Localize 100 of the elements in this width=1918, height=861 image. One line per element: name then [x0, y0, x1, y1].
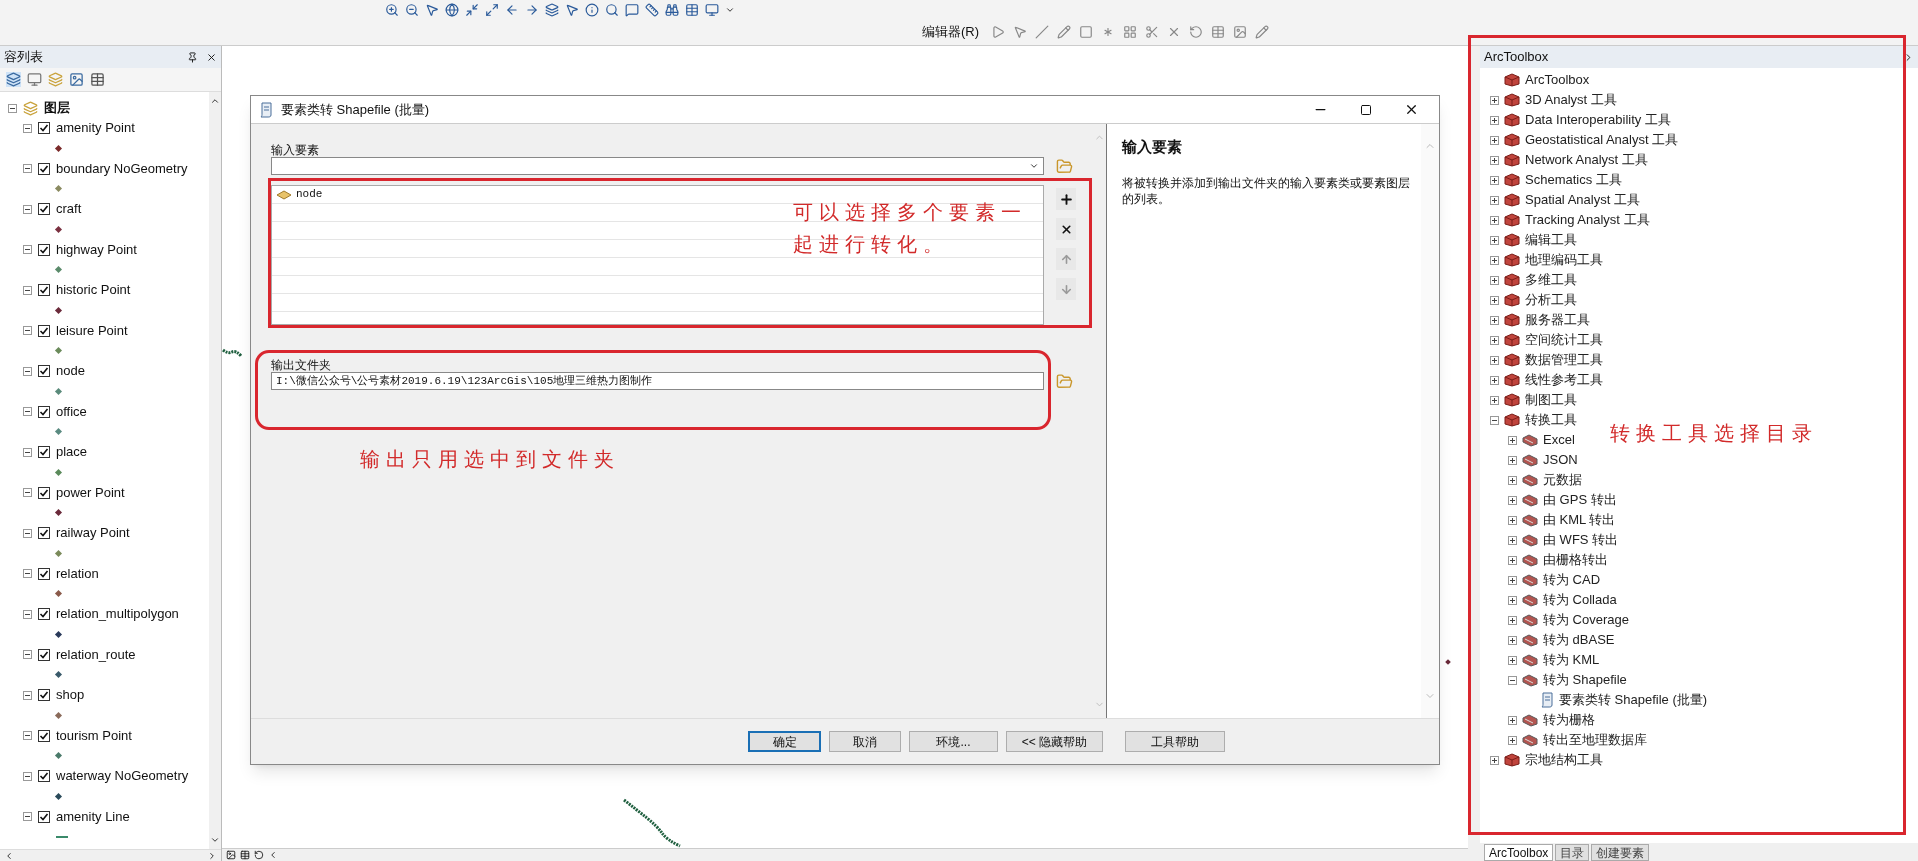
search-icon[interactable] [605, 3, 619, 17]
panel-tab[interactable]: 目录 [1555, 844, 1590, 861]
tree-item[interactable]: Network Analyst 工具 [1525, 150, 1648, 170]
tree-item[interactable]: 转为 CAD [1543, 570, 1601, 590]
layer-name[interactable]: relation_route [56, 644, 136, 665]
maximize-icon[interactable] [1360, 103, 1372, 116]
tree-item[interactable]: 服务器工具 [1525, 310, 1590, 330]
layer-name[interactable]: amenity Point [56, 118, 135, 138]
scroll-down-icon[interactable] [210, 835, 220, 845]
scroll-left-icon[interactable] [4, 850, 14, 861]
tree-item[interactable]: Excel [1543, 430, 1575, 450]
close-icon[interactable] [206, 51, 217, 63]
input-dropdown[interactable] [271, 157, 1044, 175]
collapse-icon[interactable] [23, 609, 32, 619]
speech-bubble-icon[interactable] [625, 3, 639, 17]
pencil-icon[interactable] [1057, 25, 1072, 39]
pointer-icon[interactable] [1013, 25, 1028, 39]
collapse-icon[interactable] [23, 528, 32, 538]
checkbox[interactable] [38, 122, 50, 134]
expand-icon[interactable] [1490, 175, 1499, 185]
expand-icon[interactable] [1490, 315, 1499, 325]
layer-name[interactable]: place [56, 442, 88, 462]
layer-name[interactable]: tourism Point [56, 725, 132, 746]
expand-icon[interactable] [1508, 655, 1517, 665]
tree-item[interactable]: 分析工具 [1525, 290, 1577, 310]
layer-name[interactable]: craft [56, 199, 82, 219]
tree-item[interactable]: 转为 dBASE [1543, 630, 1615, 650]
globe-icon[interactable] [445, 3, 459, 17]
expand-icon[interactable] [1508, 615, 1517, 625]
tree-item[interactable]: 由 GPS 转出 [1543, 490, 1617, 510]
expand-icon[interactable] [1490, 215, 1499, 225]
collapse-icon[interactable] [23, 204, 32, 214]
collapse-icon[interactable] [23, 690, 32, 700]
tree-item[interactable]: 转为 Shapefile [1543, 670, 1627, 690]
tree-item[interactable]: 要素类转 Shapefile (批量) [1559, 690, 1708, 710]
scissors-icon[interactable] [1145, 25, 1160, 39]
rotate-icon[interactable] [1189, 25, 1204, 39]
checkbox[interactable] [38, 770, 50, 782]
checkbox[interactable] [38, 689, 50, 701]
collapse-icon[interactable] [23, 771, 32, 781]
table-icon[interactable] [685, 3, 699, 17]
expand-icon[interactable] [1508, 635, 1517, 645]
collapse-icon[interactable] [23, 245, 32, 254]
panel-tab[interactable]: ArcToolbox [1484, 844, 1554, 861]
tree-item[interactable]: 元数据 [1543, 470, 1582, 490]
expand-icon[interactable] [1490, 235, 1499, 245]
image-icon[interactable] [1233, 25, 1248, 39]
tree-item[interactable]: 转为 Collada [1543, 590, 1617, 610]
expand-icon[interactable] [1490, 135, 1499, 145]
tree-item[interactable]: 宗地结构工具 [1525, 750, 1603, 770]
expand-icon[interactable] [1490, 755, 1499, 765]
tree-item[interactable]: Spatial Analyst 工具 [1525, 190, 1640, 210]
tree-item[interactable]: 多维工具 [1525, 270, 1577, 290]
expand-icon[interactable] [1508, 495, 1517, 505]
expand-icon[interactable] [1490, 95, 1499, 105]
tree-item[interactable]: 线性参考工具 [1525, 370, 1603, 390]
expand-icon[interactable] [1490, 255, 1499, 265]
tree-item[interactable]: 编辑工具 [1525, 230, 1577, 250]
close-icon[interactable] [1404, 102, 1419, 117]
expand-icon[interactable] [1490, 195, 1499, 205]
scroll-left-icon[interactable] [268, 850, 278, 860]
output-folder-field[interactable]: I:\微信公众号\公号素材2019.6.19\123ArcGis\105地理三维热力图制作 [271, 372, 1044, 390]
list-item[interactable]: node [296, 186, 323, 203]
tree-item[interactable]: 空间统计工具 [1525, 330, 1603, 350]
checkbox[interactable] [38, 648, 50, 661]
checkbox[interactable] [38, 324, 50, 337]
expand-icon[interactable] [1508, 475, 1517, 485]
layer-name[interactable]: relation [56, 563, 99, 584]
collapse-icon[interactable] [23, 488, 32, 497]
expand-icon[interactable] [1490, 335, 1499, 345]
collapse-icon[interactable] [23, 650, 32, 659]
forward-icon[interactable] [525, 3, 539, 17]
checkbox[interactable] [38, 810, 50, 823]
tree-item[interactable]: 转为 Coverage [1543, 610, 1629, 630]
layer-name[interactable]: leisure Point [56, 320, 128, 341]
editor-menu[interactable]: 编辑器(R) [918, 22, 984, 42]
tree-item[interactable]: 由栅格转出 [1543, 550, 1608, 570]
tree-item[interactable]: 转出至地理数据库 [1543, 730, 1647, 750]
info-icon[interactable] [585, 3, 599, 17]
tree-item[interactable]: Data Interoperability 工具 [1525, 110, 1671, 130]
layer-name[interactable]: waterway NoGeometry [56, 766, 189, 786]
layer-name[interactable]: office [56, 401, 87, 422]
collapse-icon[interactable] [23, 447, 32, 457]
layer-group-label[interactable]: 图层 [44, 98, 70, 118]
collapse-icon[interactable] [23, 123, 32, 133]
layer-name[interactable]: historic Point [56, 280, 131, 300]
scrollbar[interactable] [209, 92, 221, 849]
expand-icon[interactable] [1508, 535, 1517, 545]
expand-icon[interactable] [1490, 275, 1499, 285]
play-icon[interactable] [991, 25, 1006, 39]
layer-name[interactable]: highway Point [56, 239, 137, 260]
dialog-button[interactable]: 环境... [909, 731, 998, 752]
expand-icon[interactable] [485, 3, 499, 17]
expand-icon[interactable] [1508, 515, 1517, 525]
collapse-icon[interactable] [1490, 415, 1499, 425]
checkbox[interactable] [38, 527, 50, 539]
expand-icon[interactable] [1508, 555, 1517, 565]
refresh-icon[interactable] [254, 850, 264, 860]
layer-name[interactable]: shop [56, 685, 85, 705]
dialog-button[interactable]: 确定 [748, 731, 821, 752]
